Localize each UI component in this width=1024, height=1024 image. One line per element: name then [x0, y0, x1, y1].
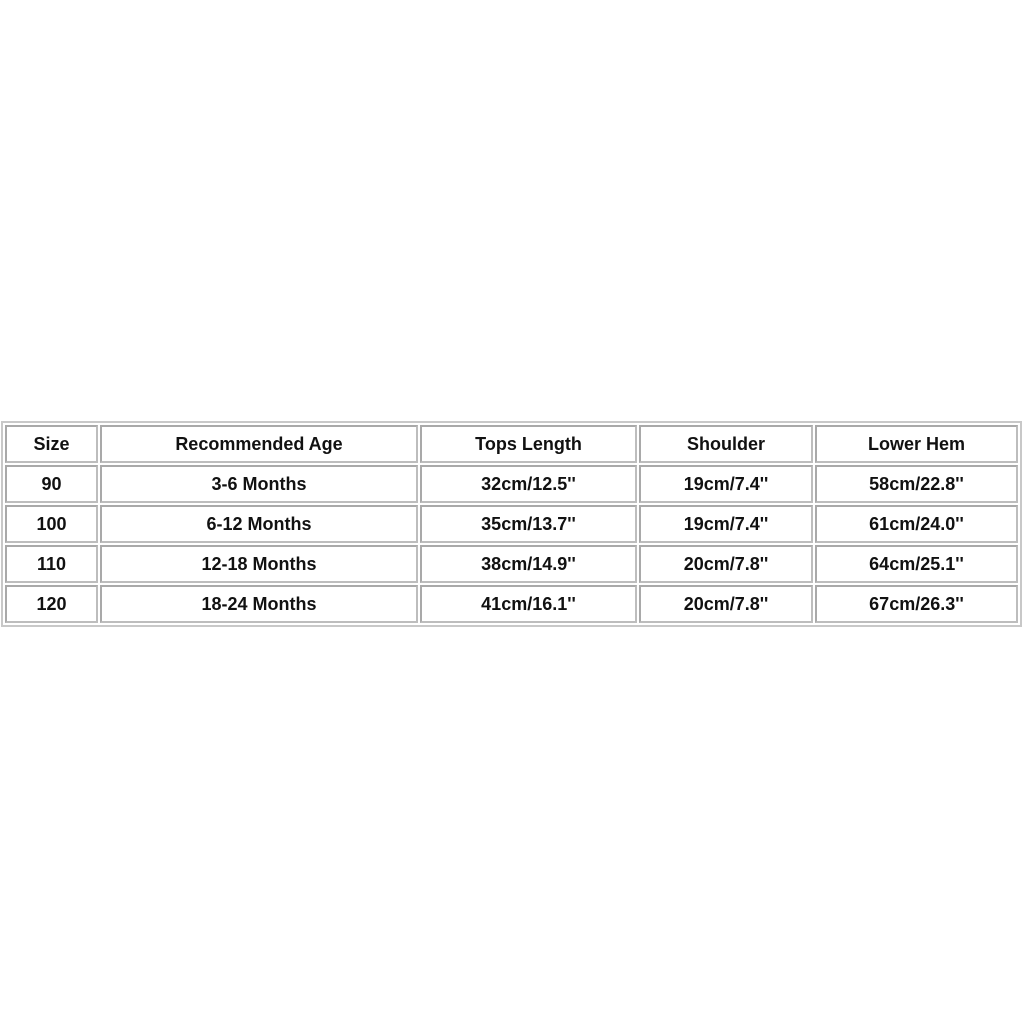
- cell-size: 100: [5, 505, 98, 543]
- cell-lower-hem: 64cm/25.1'': [815, 545, 1018, 583]
- cell-lower-hem: 61cm/24.0'': [815, 505, 1018, 543]
- cell-shoulder: 19cm/7.4'': [639, 505, 813, 543]
- table-row: 90 3-6 Months 32cm/12.5'' 19cm/7.4'' 58c…: [5, 465, 1018, 503]
- table-row: 100 6-12 Months 35cm/13.7'' 19cm/7.4'' 6…: [5, 505, 1018, 543]
- cell-size: 120: [5, 585, 98, 623]
- cell-shoulder: 20cm/7.8'': [639, 585, 813, 623]
- cell-size: 110: [5, 545, 98, 583]
- table-row: 110 12-18 Months 38cm/14.9'' 20cm/7.8'' …: [5, 545, 1018, 583]
- cell-tops-length: 35cm/13.7'': [420, 505, 637, 543]
- cell-tops-length: 41cm/16.1'': [420, 585, 637, 623]
- cell-recommended-age: 18-24 Months: [100, 585, 418, 623]
- table-row: 120 18-24 Months 41cm/16.1'' 20cm/7.8'' …: [5, 585, 1018, 623]
- size-chart-table: Size Recommended Age Tops Length Shoulde…: [1, 421, 1022, 627]
- cell-lower-hem: 67cm/26.3'': [815, 585, 1018, 623]
- header-tops-length: Tops Length: [420, 425, 637, 463]
- header-row: Size Recommended Age Tops Length Shoulde…: [5, 425, 1018, 463]
- cell-shoulder: 19cm/7.4'': [639, 465, 813, 503]
- cell-shoulder: 20cm/7.8'': [639, 545, 813, 583]
- cell-tops-length: 38cm/14.9'': [420, 545, 637, 583]
- header-lower-hem: Lower Hem: [815, 425, 1018, 463]
- header-recommended-age: Recommended Age: [100, 425, 418, 463]
- cell-lower-hem: 58cm/22.8'': [815, 465, 1018, 503]
- cell-size: 90: [5, 465, 98, 503]
- header-shoulder: Shoulder: [639, 425, 813, 463]
- cell-recommended-age: 3-6 Months: [100, 465, 418, 503]
- cell-recommended-age: 6-12 Months: [100, 505, 418, 543]
- cell-tops-length: 32cm/12.5'': [420, 465, 637, 503]
- cell-recommended-age: 12-18 Months: [100, 545, 418, 583]
- header-size: Size: [5, 425, 98, 463]
